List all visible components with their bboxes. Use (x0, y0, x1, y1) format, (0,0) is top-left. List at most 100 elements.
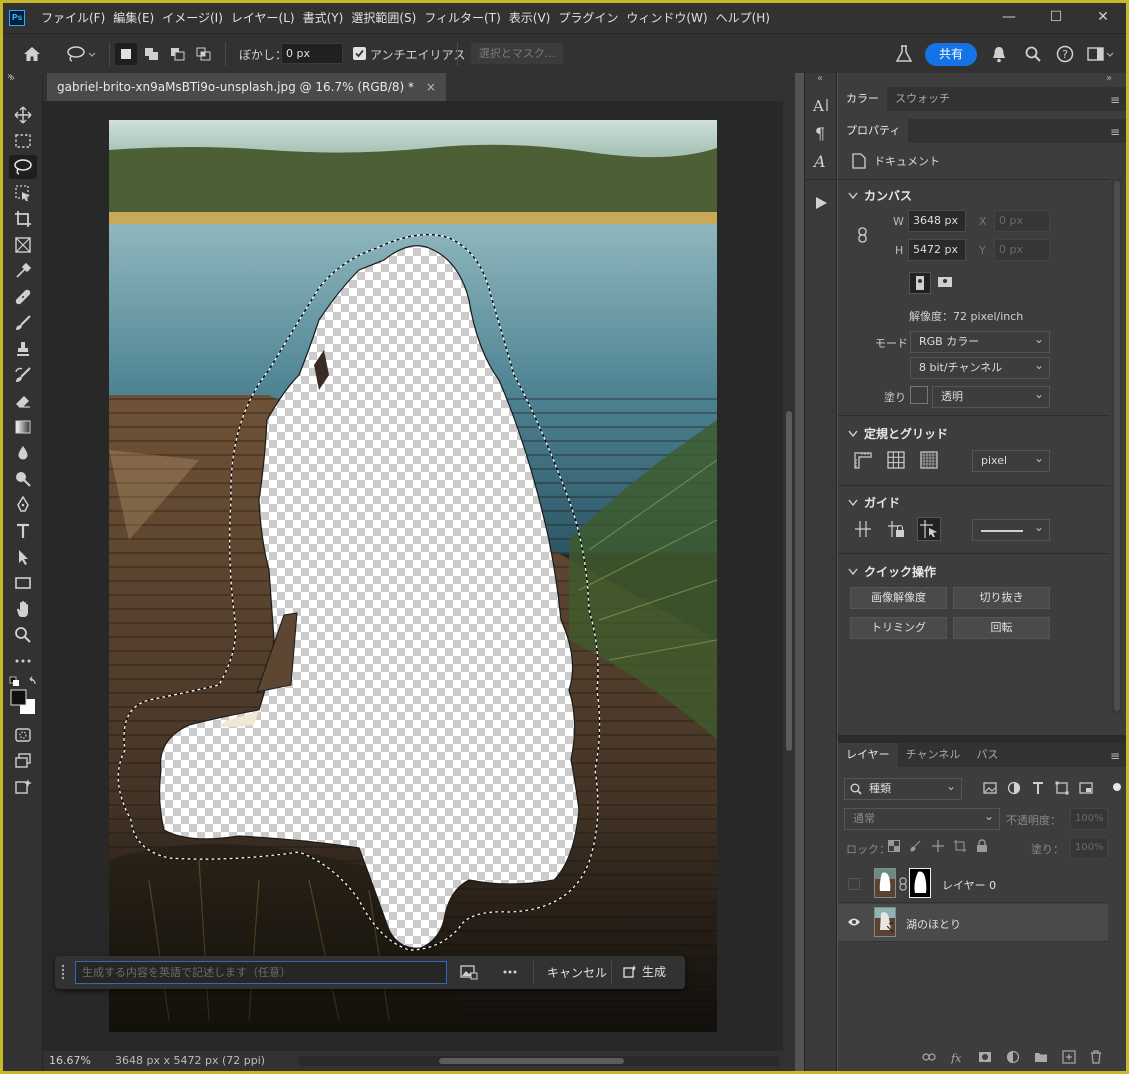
brush-tool[interactable] (9, 311, 37, 335)
portrait-orientation-button[interactable] (909, 272, 931, 294)
close-window-button[interactable]: ✕ (1080, 3, 1126, 33)
healing-brush-tool[interactable] (9, 285, 37, 309)
menu-item-6[interactable]: フィルター(T) (420, 3, 504, 33)
document-image[interactable] (109, 120, 717, 1032)
tab-layers[interactable]: レイヤー (838, 743, 898, 767)
tab-color[interactable]: カラー (838, 87, 887, 111)
width-input[interactable]: 3648 px (908, 210, 966, 232)
gradient-tool[interactable] (9, 415, 37, 439)
filter-smart-object-icon[interactable] (1079, 781, 1093, 795)
rotate-button[interactable]: 回転 (953, 617, 1050, 639)
folder-icon[interactable] (1034, 1051, 1048, 1063)
screen-mode-button[interactable] (9, 749, 37, 773)
trash-icon[interactable] (1090, 1050, 1102, 1064)
generative-fill-button[interactable] (9, 775, 37, 799)
eyedropper-tool[interactable] (9, 259, 37, 283)
maximize-button[interactable]: ☐ (1033, 3, 1079, 33)
landscape-orientation-button[interactable] (935, 272, 957, 294)
ruler-toggle[interactable] (854, 451, 872, 469)
clone-stamp-tool[interactable] (9, 337, 37, 361)
fill-color-swatch[interactable] (910, 386, 928, 404)
home-button[interactable] (21, 43, 43, 65)
character-panel-button[interactable]: A (811, 95, 831, 115)
filter-adjustment-icon[interactable] (1007, 781, 1021, 795)
generative-prompt-input[interactable]: 生成する内容を英語で記述します（任意） (75, 961, 447, 984)
visibility-toggle[interactable] (848, 878, 860, 890)
document-tab[interactable]: gabriel-brito-xn9aMsBTi9o-unsplash.jpg @… (47, 73, 446, 101)
color-swatches[interactable] (8, 675, 38, 715)
path-selection-tool[interactable] (9, 545, 37, 569)
new-layer-icon[interactable] (1062, 1050, 1076, 1064)
document-info[interactable]: 3648 px x 5472 px (72 ppi) (115, 1054, 265, 1067)
scroll-thumb[interactable] (786, 411, 792, 751)
opacity-input[interactable]: 100% (1070, 808, 1108, 830)
more-options-button[interactable] (502, 969, 518, 975)
zoom-tool[interactable] (9, 623, 37, 647)
generate-button[interactable]: 生成 (623, 963, 666, 980)
filter-type-icon[interactable] (1031, 781, 1045, 795)
pixel-grid-toggle[interactable] (920, 451, 938, 469)
menu-item-10[interactable]: ヘルプ(H) (712, 3, 774, 33)
pen-tool[interactable] (9, 493, 37, 517)
properties-menu-icon[interactable]: ≡ (1110, 125, 1120, 139)
h-scroll-thumb[interactable] (439, 1058, 624, 1064)
menu-item-9[interactable]: ウィンドウ(W) (622, 3, 711, 33)
close-tab-icon[interactable]: × (426, 80, 436, 94)
object-selection-tool[interactable] (9, 181, 37, 205)
color-mode-dropdown[interactable]: RGB カラー (910, 329, 1050, 353)
canvas-fill-dropdown[interactable]: 透明 (932, 384, 1050, 408)
share-button[interactable]: 共有 (925, 43, 977, 66)
layer-name[interactable]: 湖のほとり (906, 916, 961, 932)
drag-handle-icon[interactable] (61, 964, 65, 982)
search-button[interactable] (1022, 43, 1044, 65)
rectangle-tool[interactable] (9, 571, 37, 595)
glyphs-panel-button[interactable]: A (811, 151, 831, 171)
y-input[interactable]: 0 px (994, 239, 1050, 261)
layer-row[interactable]: レイヤー 0 (838, 865, 1108, 903)
guides-section-header[interactable]: ガイド (848, 494, 900, 511)
grid-toggle[interactable] (887, 451, 905, 469)
quick-actions-header[interactable]: クイック操作 (848, 563, 936, 580)
mask-link-icon[interactable] (899, 877, 907, 891)
layers-menu-icon[interactable]: ≡ (1110, 749, 1120, 763)
collapse-right-icon[interactable]: » (1106, 73, 1112, 84)
new-selection-button[interactable] (115, 43, 137, 65)
eraser-tool[interactable] (9, 389, 37, 413)
tab-channels[interactable]: チャンネル (898, 743, 969, 767)
bit-depth-dropdown[interactable]: 8 bit/チャンネル (910, 355, 1050, 379)
tab-properties[interactable]: プロパティ (838, 119, 909, 143)
menu-item-8[interactable]: プラグイン (554, 3, 622, 33)
layer-row[interactable]: 湖のほとり (838, 904, 1108, 942)
workspace-button[interactable] (1086, 43, 1116, 65)
expand-panels-icon[interactable]: « (817, 73, 823, 84)
adjustment-layer-icon[interactable] (1006, 1050, 1020, 1064)
menu-item-0[interactable]: ファイル(F) (37, 3, 109, 33)
lasso-preset-button[interactable] (63, 43, 99, 65)
show-guides-toggle[interactable] (854, 520, 872, 538)
labs-button[interactable] (893, 43, 915, 65)
tab-swatches[interactable]: スウォッチ (887, 87, 958, 111)
crop-button[interactable]: 切り抜き (953, 587, 1050, 609)
antialias-checkbox[interactable] (353, 47, 366, 60)
lock-transparent-icon[interactable] (888, 840, 900, 852)
crop-tool[interactable] (9, 207, 37, 231)
link-dimensions-icon[interactable] (858, 227, 868, 243)
lock-position-icon[interactable] (932, 840, 944, 852)
feather-input[interactable]: 0 px (281, 43, 343, 64)
lock-all-icon[interactable] (976, 839, 988, 852)
layer-thumbnail[interactable] (874, 907, 896, 937)
vertical-scrollbar[interactable] (783, 101, 795, 1051)
paragraph-panel-button[interactable]: ¶ (811, 123, 831, 143)
marquee-tool[interactable] (9, 129, 37, 153)
menu-item-2[interactable]: イメージ(I) (158, 3, 227, 33)
frame-tool[interactable] (9, 233, 37, 257)
layer-fill-input[interactable]: 100% (1070, 837, 1108, 859)
smart-guides-toggle[interactable] (917, 517, 941, 541)
blur-tool[interactable] (9, 441, 37, 465)
lock-artboard-icon[interactable] (954, 840, 966, 852)
horizontal-scrollbar[interactable] (299, 1056, 779, 1066)
layer-mask-thumbnail[interactable] (909, 868, 931, 898)
history-brush-tool[interactable] (9, 363, 37, 387)
menu-item-3[interactable]: レイヤー(L) (227, 3, 299, 33)
guide-style-dropdown[interactable] (972, 517, 1050, 541)
